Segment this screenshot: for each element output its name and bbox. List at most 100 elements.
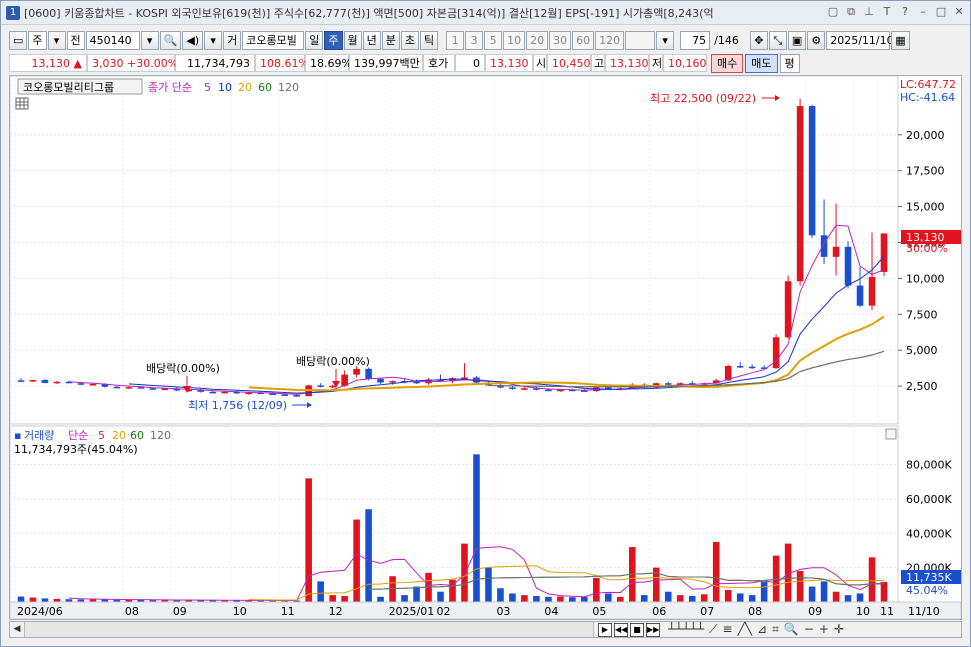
fib-icon[interactable]: ⊿: [757, 622, 767, 637]
x-axis-label: 2024/06: [17, 605, 63, 618]
zoom-in-icon[interactable]: 🔍: [784, 622, 799, 637]
current-pct-tag-text: 30.00%: [906, 242, 948, 255]
font-icon[interactable]: T: [880, 5, 894, 19]
volume-bar: [545, 596, 552, 602]
period-year-tab[interactable]: 년: [362, 30, 381, 50]
measure-icon[interactable]: ≡: [723, 622, 733, 637]
pin-icon[interactable]: ⊥: [862, 5, 876, 19]
maximize-icon[interactable]: □: [934, 5, 948, 19]
close-icon[interactable]: ✕: [952, 5, 966, 19]
price-ma-5: 5: [204, 81, 211, 94]
open-label: 시: [533, 54, 547, 72]
settings-gear-icon[interactable]: ⚙: [807, 30, 826, 50]
candle-body: [29, 380, 37, 382]
interval-30-button[interactable]: 30: [549, 30, 572, 50]
candle-body: [53, 381, 61, 384]
crosshair-icon[interactable]: ✥: [749, 30, 768, 50]
period-month-tab[interactable]: 월: [343, 30, 362, 50]
chart-settings-icon[interactable]: [15, 97, 29, 110]
speaker-dropdown-icon[interactable]: ▾: [204, 30, 223, 50]
price-volume-chart[interactable]: 코오롱모빌리티그룹 종가 단순 5 10 20 60 120 LC:647.72…: [9, 75, 962, 620]
up-arrow-icon: ▲: [73, 57, 82, 70]
chart-type-select[interactable]: 주: [28, 30, 47, 50]
save-icon[interactable]: ▣: [787, 30, 807, 50]
screenshot-icon[interactable]: ⌗: [772, 622, 779, 637]
volume-ma-60: 60: [130, 429, 144, 442]
interval-60-button[interactable]: 60: [572, 30, 595, 50]
volume-bar: [760, 581, 768, 602]
layout-icon[interactable]: ▢: [826, 5, 840, 19]
x-axis-label: 11: [880, 605, 894, 618]
first-page-icon[interactable]: ◀◀: [614, 622, 628, 637]
quote-row: 13,130 ▲ 3,030 +30.00% 11,734,793 108.61…: [1, 53, 970, 73]
volume-bar: [736, 593, 744, 602]
search-icon[interactable]: 🔍: [159, 30, 182, 50]
period-tick-tab[interactable]: 틱: [420, 30, 439, 50]
interval-custom-input[interactable]: [625, 30, 656, 50]
draw-line-icon[interactable]: ⟋: [709, 622, 717, 637]
chart-type-dropdown-icon[interactable]: ▾: [47, 30, 66, 50]
scroll-track[interactable]: [24, 622, 594, 637]
help-icon[interactable]: ?: [898, 5, 912, 19]
volume-bar: [676, 595, 684, 602]
volume-bar: [305, 478, 312, 602]
buy-button[interactable]: 매수: [711, 53, 744, 73]
volume-bar: [605, 593, 612, 602]
interval-dropdown-icon[interactable]: ▾: [656, 30, 675, 50]
volume-bar: [317, 581, 324, 602]
candle-body: [808, 106, 816, 236]
scroll-right-icon[interactable]: ▶: [598, 622, 612, 637]
price-ma-label: 종가 단순: [148, 81, 192, 94]
draw-tool-icon[interactable]: ⤡: [768, 30, 787, 50]
period-week-tab[interactable]: 주: [324, 30, 343, 50]
interval-10-button[interactable]: 10: [503, 30, 526, 50]
interval-120-button[interactable]: 120: [595, 30, 625, 50]
interval-1-button[interactable]: 1: [446, 30, 465, 50]
stock-name-field[interactable]: 코오롱모빌: [242, 30, 305, 50]
minus-icon[interactable]: −: [804, 622, 814, 637]
low-price: 10,160: [663, 54, 707, 72]
calendar-icon[interactable]: ▦: [891, 30, 910, 50]
trade-button[interactable]: 거: [223, 30, 242, 50]
stock-code-input[interactable]: 450140: [85, 30, 140, 50]
date-input[interactable]: 2025/11/10: [826, 30, 894, 50]
market-all-select[interactable]: 전: [66, 30, 85, 50]
interval-20-button[interactable]: 20: [526, 30, 549, 50]
x-axis-label: 03: [496, 605, 510, 618]
copy-window-icon[interactable]: ⧉: [844, 5, 858, 19]
candle-body: [880, 233, 888, 272]
last-page-icon[interactable]: ▶▶: [646, 622, 660, 637]
price-tick-label: 17,500: [906, 165, 945, 178]
trade-volume: 11,734,793: [175, 54, 255, 72]
volume-bar: [41, 598, 49, 602]
scroll-left-icon[interactable]: ◀: [10, 622, 24, 637]
ruler-icon[interactable]: ┴┴┴┴┴: [668, 622, 704, 637]
volume-bar: [341, 595, 348, 602]
sell-button[interactable]: 매도: [745, 53, 778, 73]
period-second-tab[interactable]: 초: [400, 30, 419, 50]
price-tick-label: 15,000: [906, 201, 945, 214]
trend-icon[interactable]: ╱╲: [738, 622, 752, 637]
volume-panel-close-icon[interactable]: [885, 428, 897, 440]
plus-icon[interactable]: +: [819, 622, 829, 637]
period-day-tab[interactable]: 일: [305, 30, 324, 50]
hc-value: HC:-41.64: [900, 91, 955, 104]
display-count-input[interactable]: 75: [680, 30, 711, 50]
interval-5-button[interactable]: 5: [484, 30, 503, 50]
volume-label: ▪: [14, 429, 21, 442]
volume-bar: [712, 541, 720, 602]
average-button[interactable]: 평: [779, 53, 800, 73]
volume-value-text: 11,734,793주(45.04%): [14, 443, 138, 456]
chart-layout-button[interactable]: ▭: [9, 30, 28, 50]
minimize-icon[interactable]: –: [916, 5, 930, 19]
stop-icon[interactable]: ■: [630, 622, 644, 637]
candle-body: [293, 395, 300, 397]
cross-icon[interactable]: ✛: [834, 622, 844, 637]
chart-area[interactable]: 코오롱모빌리티그룹 종가 단순 5 10 20 60 120 LC:647.72…: [9, 75, 962, 620]
price-ma-60: 60: [258, 81, 272, 94]
interval-3-button[interactable]: 3: [465, 30, 484, 50]
code-dropdown-icon[interactable]: ▾: [140, 30, 159, 50]
speaker-icon[interactable]: ◀): [182, 30, 204, 50]
period-minute-tab[interactable]: 분: [381, 30, 400, 50]
candle-body: [377, 378, 384, 383]
